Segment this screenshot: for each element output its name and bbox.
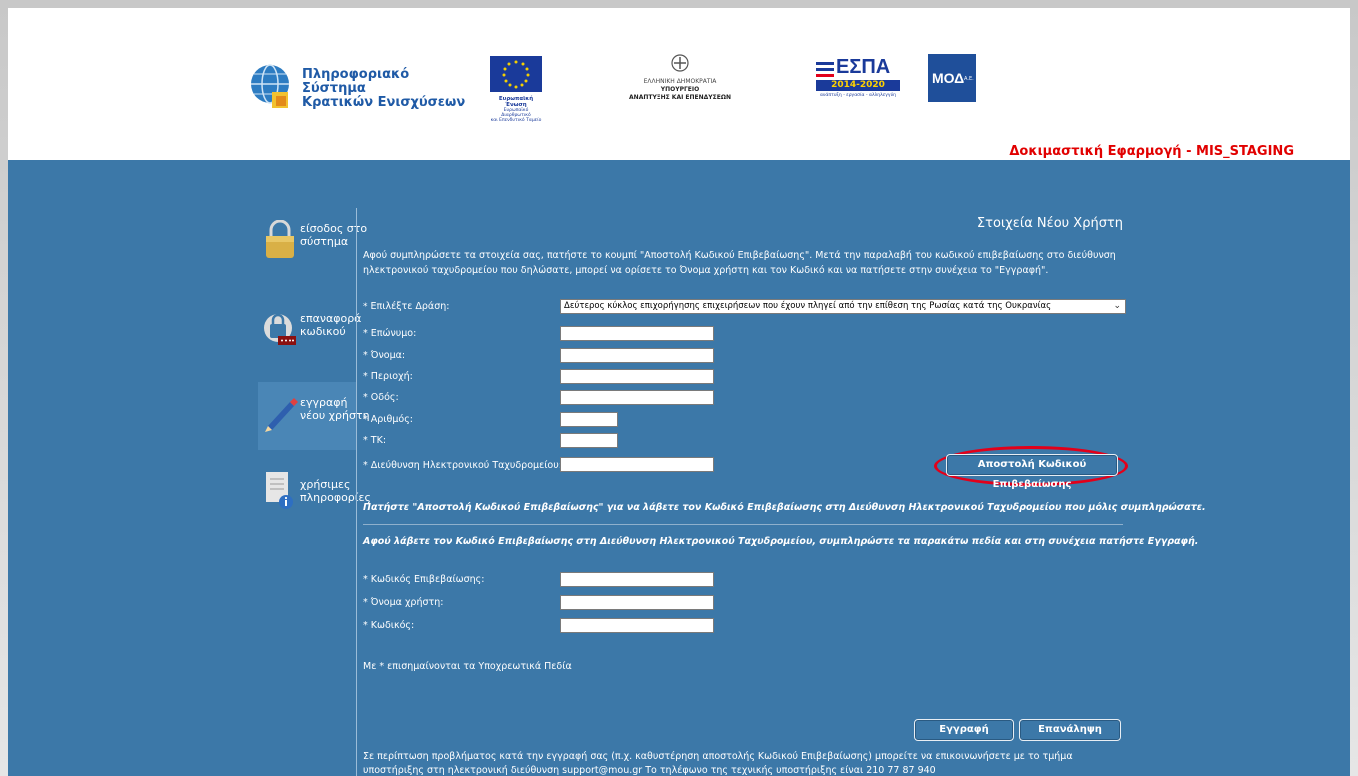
password-input[interactable] [560, 618, 714, 633]
required-note: Με * επισημαίνονται τα Υποχρεωτικά Πεδία [363, 661, 572, 672]
eu-logo: Ευρωπαϊκή Ένωση Ευρωπαϊκό Διαρθρωτικό κα… [490, 56, 542, 123]
staging-label: Δοκιμαστική Εφαρμογή - MIS_STAGING [1009, 144, 1294, 159]
email-input[interactable] [560, 457, 714, 472]
eu-flag-icon [490, 56, 542, 92]
code-label-text: Κωδικός Επιβεβαίωσης: [370, 574, 485, 585]
page: Πληροφοριακό Σύστημα Κρατικών Ενισχύσεων… [8, 8, 1350, 776]
region-label: * Περιοχή: [363, 371, 413, 382]
espa-mark-icon [816, 62, 834, 77]
number-label: * Αριθμός: [363, 414, 413, 425]
main-area: είσοδος στο σύστημα επαναφορά κωδικού εγ… [8, 160, 1350, 776]
pencil-icon [265, 398, 298, 432]
sidebar-item-useful-info-label: χρήσιμες πληροφορίες [300, 478, 371, 504]
number-input[interactable] [560, 412, 618, 427]
globe-icon [251, 64, 289, 108]
psks-logo-line2: Κρατικών Ενισχύσεων [302, 95, 466, 110]
ministry-logo: ΕΛΛΗΝΙΚΗ ΔΗΜΟΚΡΑΤΙΑ ΥΠΟΥΡΓΕΙΟ ΑΝΑΠΤΥΞΗΣ … [610, 54, 750, 118]
region-label-text: Περιοχή: [370, 371, 413, 382]
gov-line2: ΥΠΟΥΡΓΕΙΟ [660, 86, 700, 93]
greek-emblem-icon [671, 54, 689, 72]
street-label: * Οδός: [363, 392, 399, 403]
espa-title: ΕΣΠΑ [836, 56, 891, 78]
action-label-text: Επιλέξτε Δράση: [370, 301, 450, 312]
info-document-icon [266, 472, 293, 509]
sidebar-item-login-label: είσοδος στο σύστημα [300, 222, 368, 248]
divider-vertical [356, 208, 357, 776]
sidebar-item-reset-password-label: επαναφορά κωδικού [300, 312, 362, 338]
espa-years: 2014-2020 [816, 80, 900, 91]
sidebar-item-register-label: εγγραφή νέου χρήστη [300, 396, 370, 422]
name-input[interactable] [560, 348, 714, 363]
name-label: * Όνομα: [363, 350, 406, 361]
name-label-text: Όνομα: [370, 350, 406, 361]
header: Πληροφοριακό Σύστημα Κρατικών Ενισχύσεων… [8, 8, 1350, 160]
padlock-icon [266, 220, 294, 258]
verification-code-input[interactable] [560, 572, 714, 587]
street-label-text: Οδός: [370, 392, 399, 403]
psks-logo-text: Πληροφοριακό Σύστημα Κρατικών Ενισχύσεων [302, 68, 476, 110]
region-input[interactable] [560, 369, 714, 384]
lock-reset-icon [264, 313, 296, 345]
reset-button[interactable]: Επανάληψη [1019, 719, 1121, 741]
email-label: * Διεύθυνση Ηλεκτρονικού Ταχυδρομείου: [363, 460, 562, 471]
email-label-text: Διεύθυνση Ηλεκτρονικού Ταχυδρομείου: [370, 460, 562, 471]
psks-logo-line1: Πληροφοριακό Σύστημα [302, 67, 410, 96]
action-select-value: Δεύτερος κύκλος επιχορήγησης επιχειρήσεω… [564, 301, 1052, 311]
surname-input[interactable] [560, 326, 714, 341]
psks-logo[interactable]: Πληροφοριακό Σύστημα Κρατικών Ενισχύσεων [246, 62, 476, 112]
form-title: Στοιχεία Νέου Χρήστη [976, 216, 1123, 231]
gov-line3: ΑΝΑΠΤΥΞΗΣ ΚΑΙ ΕΠΕΝΔΥΣΕΩΝ [629, 94, 731, 101]
zip-label-text: ΤΚ: [370, 435, 387, 446]
mod-suffix: Α.Ε. [964, 76, 974, 82]
send-verification-code-button[interactable]: Αποστολή Κωδικού Επιβεβαίωσης [946, 454, 1118, 490]
send-code-note: Πατήστε "Αποστολή Κωδικού Επιβεβαίωσης" … [363, 502, 1206, 513]
username-input[interactable] [560, 595, 714, 610]
zip-label: * ΤΚ: [363, 435, 387, 446]
username-label-text: Όνομα χρήστη: [370, 597, 444, 608]
eu-sub1: Ευρωπαϊκό Διαρθρωτικό [501, 108, 531, 118]
number-label-text: Αριθμός: [370, 414, 413, 425]
surname-label-text: Επώνυμο: [370, 328, 417, 339]
sidebar-item-login[interactable]: είσοδος στο σύστημα [258, 220, 367, 290]
support-footer: Σε περίπτωση προβλήματος κατά την εγγραφ… [363, 751, 1073, 776]
username-label: * Όνομα χρήστη: [363, 597, 444, 608]
sidebar-item-register[interactable]: εγγραφή νέου χρήστη [258, 382, 370, 450]
espa-tag: ανάπτυξη - εργασία - αλληλεγγύη [819, 93, 897, 98]
form-intro: Αφού συμπληρώσετε τα στοιχεία σας, πατήσ… [363, 250, 1116, 276]
mod-logo: ΜΟΔ Α.Ε. [928, 54, 980, 116]
sidebar-item-useful-info[interactable]: χρήσιμες πληροφορίες [258, 470, 371, 540]
action-row: * Επιλέξτε Δράση: Δεύτερος κύκλος επιχορ… [363, 299, 1126, 315]
chevron-down-icon: ⌄ [1113, 301, 1121, 311]
mod-title: ΜΟΔ [932, 70, 965, 86]
action-label: * Επιλέξτε Δράση: [363, 301, 450, 312]
eu-sub2: και Επενδυτικό Ταμείο [490, 118, 542, 123]
divider-horizontal [363, 524, 1123, 525]
code-label: * Κωδικός Επιβεβαίωσης: [363, 574, 485, 585]
eu-caption: Ευρωπαϊκή Ένωση [498, 96, 534, 108]
surname-label: * Επώνυμο: [363, 328, 417, 339]
password-label: * Κωδικός: [363, 620, 415, 631]
zip-input[interactable] [560, 433, 618, 448]
street-input[interactable] [560, 390, 714, 405]
espa-logo: ΕΣΠΑ 2014-2020 ανάπτυξη - εργασία - αλλη… [816, 56, 900, 104]
action-select[interactable]: Δεύτερος κύκλος επιχορήγησης επιχειρήσεω… [560, 299, 1126, 314]
after-code-note: Αφού λάβετε τον Κωδικό Επιβεβαίωσης στη … [363, 536, 1199, 547]
register-button[interactable]: Εγγραφή [914, 719, 1014, 741]
gov-line1: ΕΛΛΗΝΙΚΗ ΔΗΜΟΚΡΑΤΙΑ [643, 78, 717, 85]
sidebar-item-reset-password[interactable]: επαναφορά κωδικού [258, 310, 361, 380]
password-label-text: Κωδικός: [370, 620, 415, 631]
